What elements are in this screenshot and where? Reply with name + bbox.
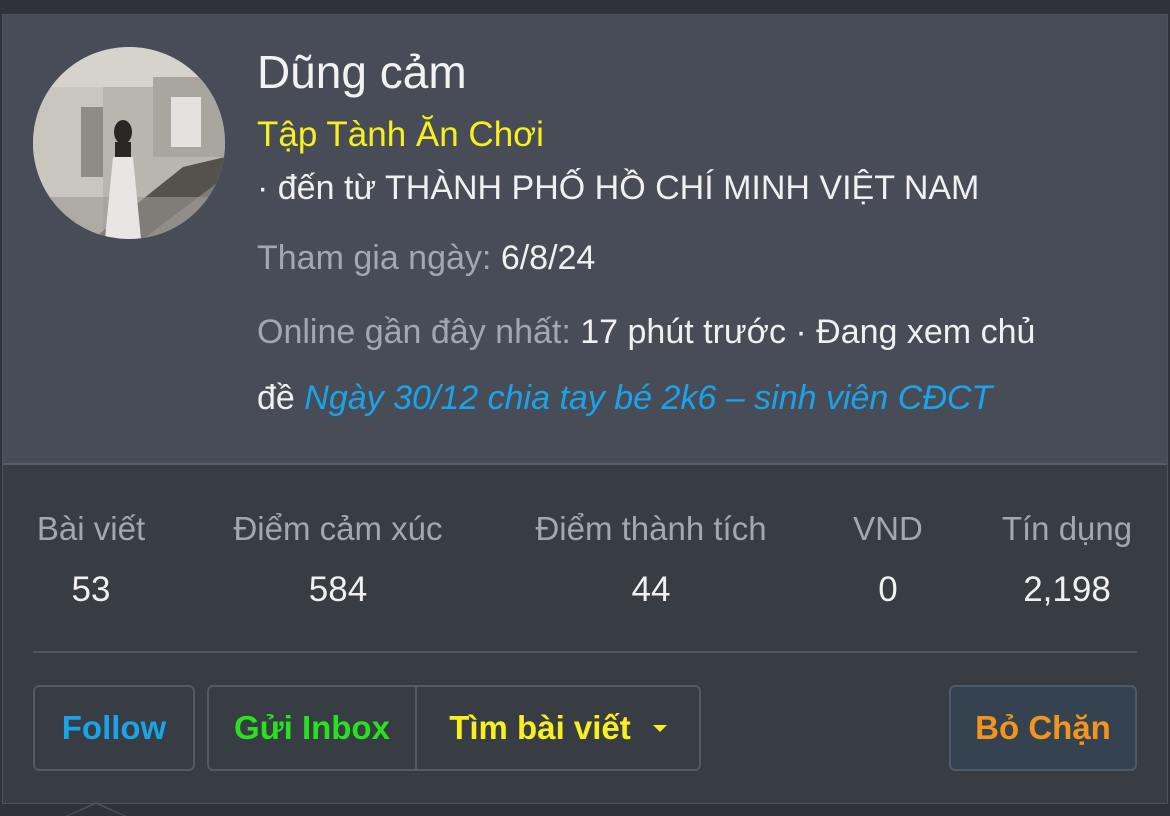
stat-label: Bài viết — [36, 510, 146, 547]
follow-button[interactable]: Follow — [33, 685, 195, 771]
stat-label: Điểm cảm xúc — [233, 510, 443, 547]
stat-vnd: VND 0 — [835, 510, 941, 610]
stat-label: Tín dụng — [1001, 510, 1133, 547]
stat-value: 2,198 — [1023, 570, 1111, 609]
action-button-group: Gửi Inbox Tìm bài viết — [207, 685, 701, 771]
online-label: Online gần đây nhất: — [257, 313, 571, 351]
username[interactable]: Dũng cảm — [257, 45, 467, 99]
stat-value[interactable]: 53 — [31, 570, 151, 610]
stat-value[interactable]: 44 — [507, 570, 795, 610]
top-strip — [0, 0, 1170, 14]
viewing-row: đề Ngày 30/12 chia tay bé 2k6 – sinh viê… — [257, 379, 992, 418]
find-posts-label: Tìm bài viết — [449, 709, 631, 746]
tooltip-pointer-inner — [68, 804, 124, 816]
send-inbox-button[interactable]: Gửi Inbox — [209, 687, 417, 769]
user-location: · đến từ THÀNH PHỐ HỒ CHÍ MINH VIỆT NAM — [257, 169, 980, 207]
find-posts-button[interactable]: Tìm bài viết — [417, 687, 699, 769]
stat-achievements: Điểm thành tích 44 — [507, 510, 795, 610]
member-tooltip-card: Dũng cảm Tập Tành Ăn Chơi · đến từ THÀNH… — [2, 14, 1168, 804]
stat-posts: Bài viết 53 — [31, 510, 151, 610]
unblock-button[interactable]: Bỏ Chặn — [949, 685, 1137, 771]
stat-value: 0 — [878, 570, 898, 609]
online-value: 17 phút trước · Đang xem chủ — [580, 313, 1036, 351]
joined-value: 6/8/24 — [500, 239, 596, 277]
viewing-prefix: đề — [257, 379, 295, 417]
stat-label: Điểm thành tích — [535, 510, 767, 547]
viewing-thread-link[interactable]: Ngày 30/12 chia tay bé 2k6 – sinh viên C… — [304, 379, 992, 417]
stat-value[interactable]: 584 — [207, 570, 469, 610]
caret-down-icon — [652, 724, 667, 732]
divider — [33, 651, 1137, 653]
user-title: Tập Tành Ăn Chơi — [257, 115, 544, 154]
stat-label: VND — [853, 510, 923, 547]
profile-header: Dũng cảm Tập Tành Ăn Chơi · đến từ THÀNH… — [3, 15, 1167, 465]
avatar-photo — [33, 47, 225, 239]
stat-credits: Tín dụng 2,198 — [987, 510, 1147, 610]
joined-label: Tham gia ngày: — [257, 239, 492, 277]
stat-reactions: Điểm cảm xúc 584 — [207, 510, 469, 610]
avatar[interactable] — [33, 47, 225, 239]
joined-row: Tham gia ngày: 6/8/24 — [257, 239, 595, 278]
online-row: Online gần đây nhất: 17 phút trước · Đan… — [257, 313, 1035, 352]
